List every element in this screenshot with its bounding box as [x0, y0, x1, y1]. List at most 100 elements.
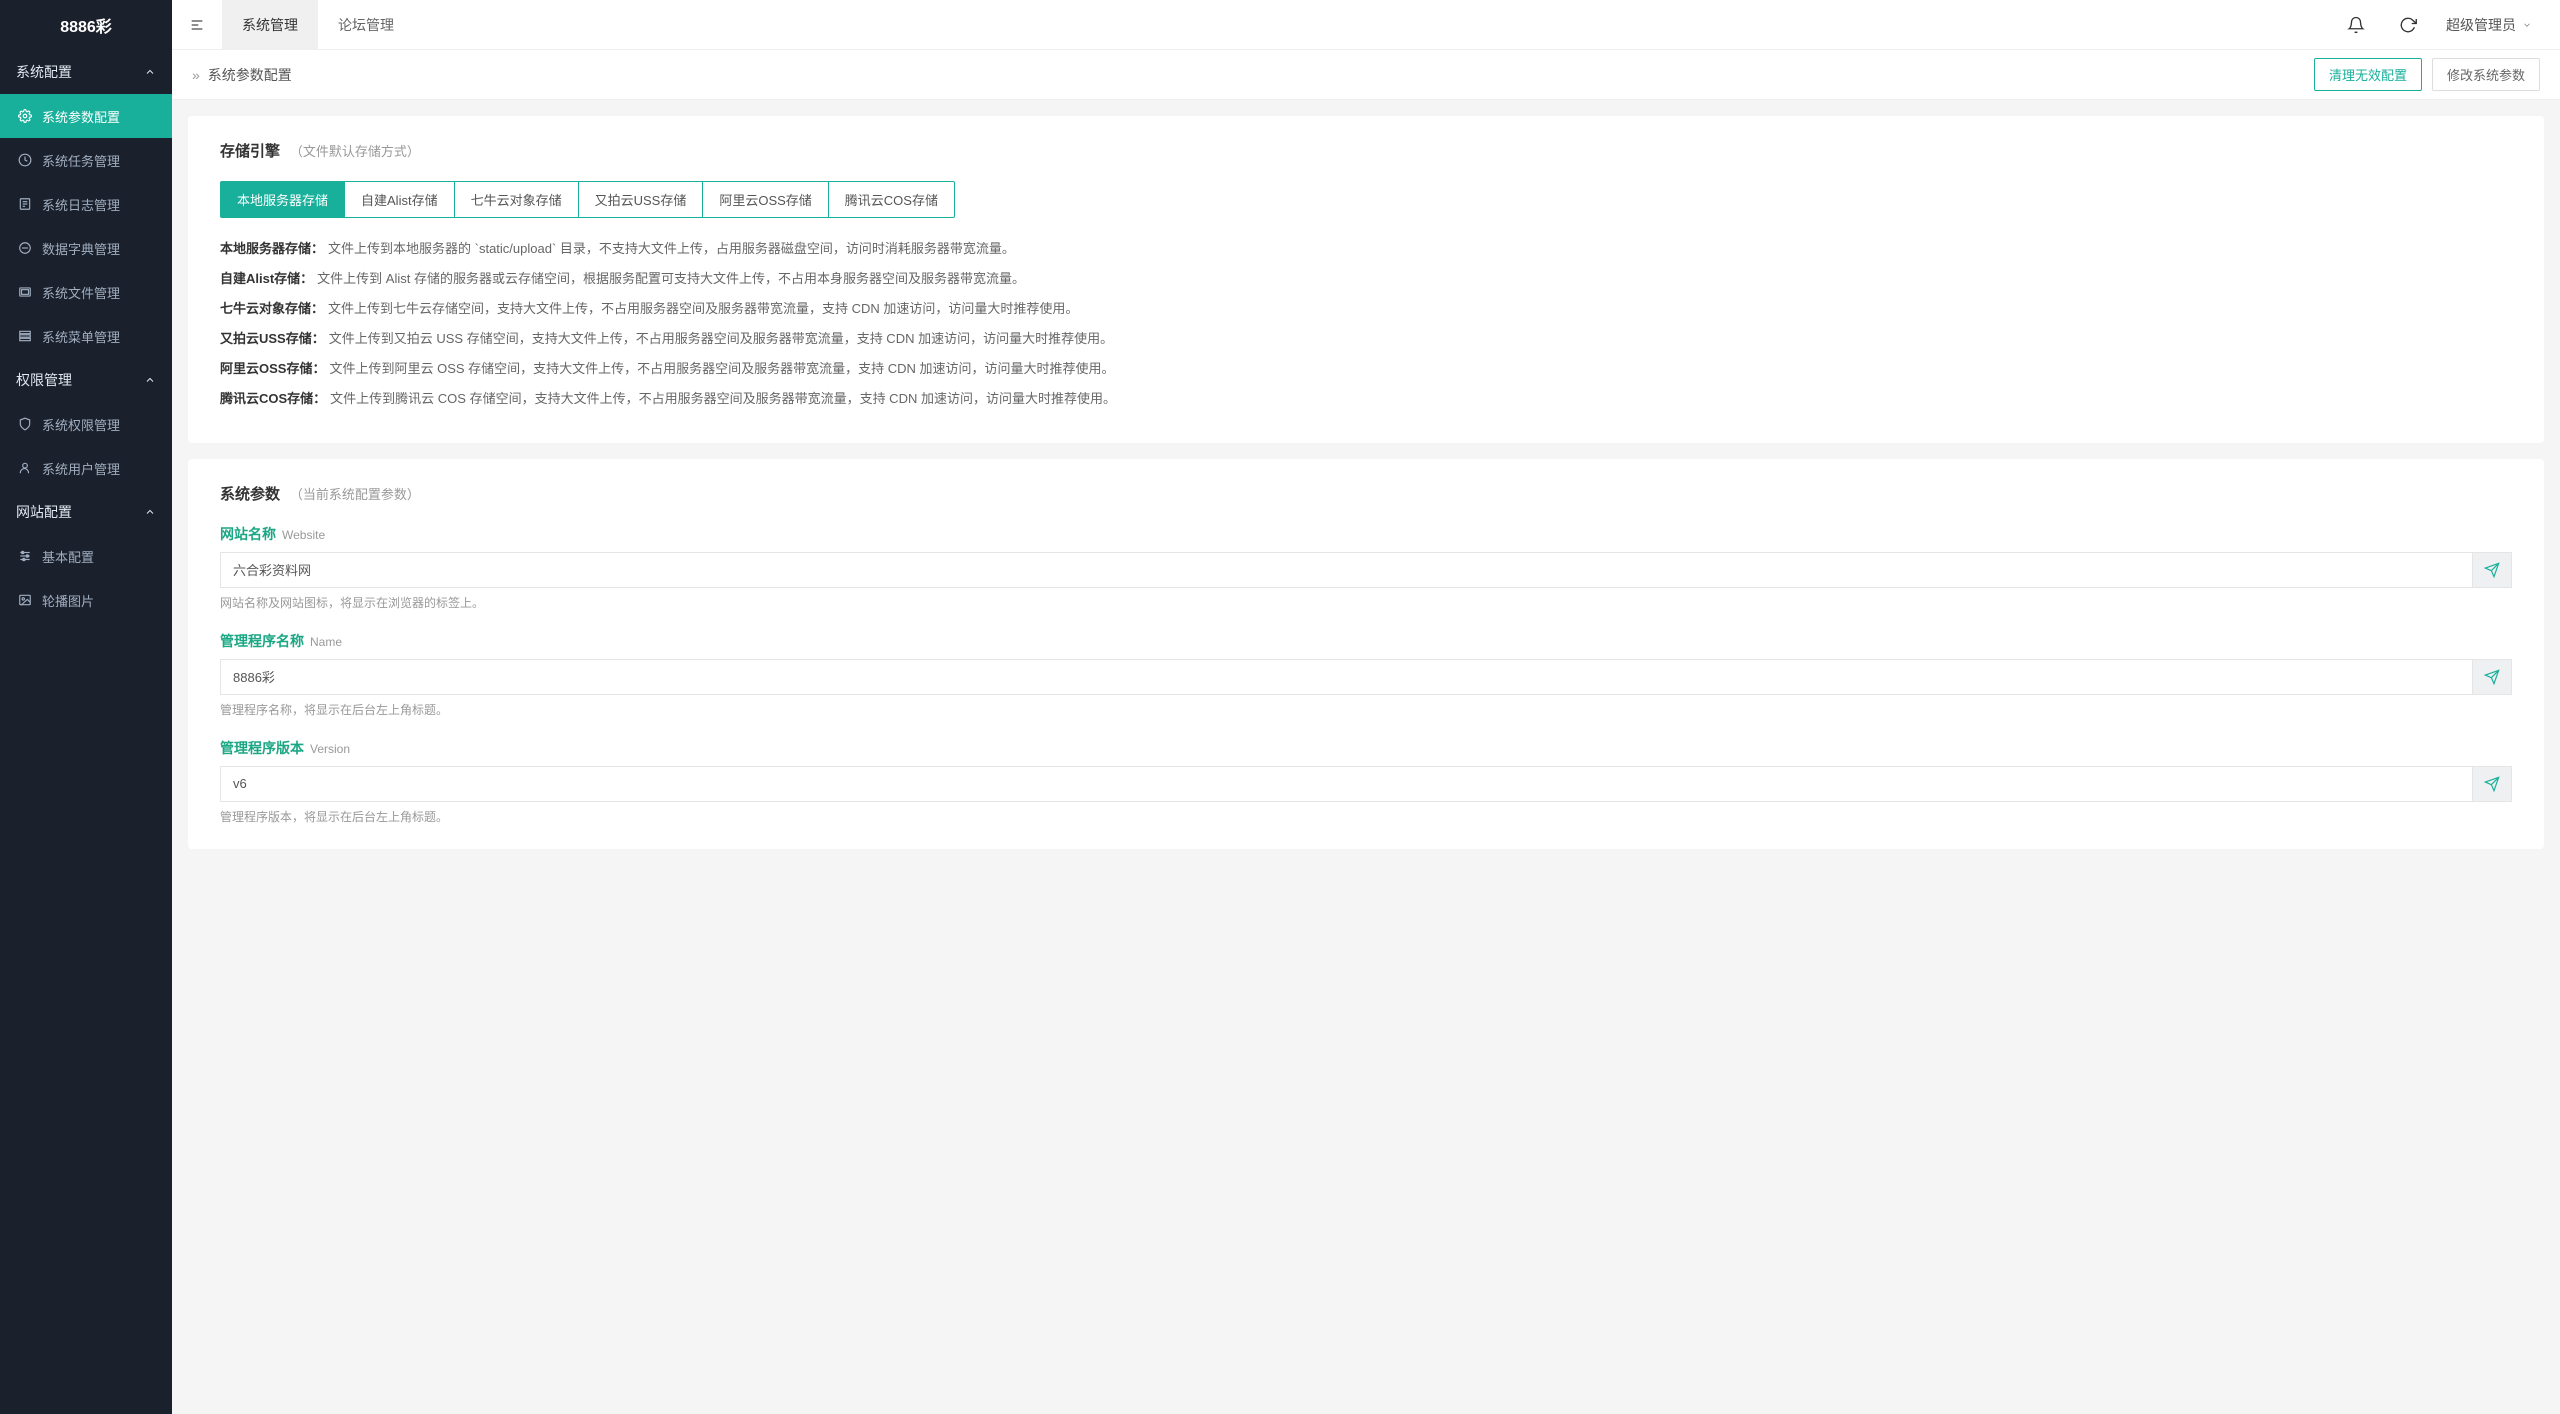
sidebar-item-label: 系统菜单管理 — [42, 327, 120, 346]
input-submit-button[interactable] — [2472, 766, 2512, 802]
breadcrumb: » 系统参数配置 — [192, 65, 292, 85]
clean-config-button[interactable]: 清理无效配置 — [2314, 58, 2422, 91]
circle-icon — [18, 241, 32, 255]
sidebar-item[interactable]: 系统权限管理 — [0, 402, 172, 446]
form-group: 管理程序名称Name管理程序名称，将显示在后台左上角标题。 — [220, 631, 2512, 718]
storage-engine-tab[interactable]: 自建Alist存储 — [345, 182, 455, 217]
sidebar-item-label: 基本配置 — [42, 547, 94, 566]
sliders-icon — [18, 549, 32, 563]
storage-title: 存储引擎 — [220, 143, 280, 160]
storage-desc-row: 自建Alist存储：文件上传到 Alist 存储的服务器或云存储空间，根据服务配… — [220, 268, 2512, 290]
desc-text: 文件上传到七牛云存储空间，支持大文件上传，不占用服务器空间及服务器带宽流量，支持… — [328, 298, 1078, 320]
sidebar-item[interactable]: 系统用户管理 — [0, 446, 172, 490]
doc-icon — [18, 197, 32, 211]
storage-engine-card: 存储引擎 （文件默认存储方式） 本地服务器存储自建Alist存储七牛云对象存储又… — [188, 116, 2544, 443]
sidebar-item-label: 系统任务管理 — [42, 151, 120, 170]
sidebar-item[interactable]: 系统任务管理 — [0, 138, 172, 182]
text-input[interactable] — [220, 766, 2472, 802]
sidebar: 8886彩 系统配置系统参数配置系统任务管理系统日志管理数据字典管理系统文件管理… — [0, 0, 172, 1414]
sidebar-item[interactable]: 系统菜单管理 — [0, 314, 172, 358]
storage-desc-row: 又拍云USS存储：文件上传到又拍云 USS 存储空间，支持大文件上传，不占用服务… — [220, 328, 2512, 350]
shield-icon — [18, 417, 32, 431]
field-label: 网站名称 — [220, 526, 276, 542]
brand-logo: 8886彩 — [0, 0, 172, 50]
text-input[interactable] — [220, 552, 2472, 588]
user-menu[interactable]: 超级管理员 — [2438, 15, 2540, 35]
send-icon — [2484, 562, 2500, 578]
sidebar-item[interactable]: 系统日志管理 — [0, 182, 172, 226]
desc-label: 又拍云USS存储： — [220, 328, 325, 350]
folder-icon — [18, 285, 32, 299]
input-submit-button[interactable] — [2472, 552, 2512, 588]
field-help: 管理程序名称，将显示在后台左上角标题。 — [220, 701, 2512, 718]
user-icon — [18, 461, 32, 475]
params-subtitle: （当前系统配置参数） — [290, 487, 420, 502]
sidebar-item-label: 系统参数配置 — [42, 107, 120, 126]
desc-text: 文件上传到本地服务器的 `static/upload` 目录，不支持大文件上传，… — [328, 238, 1015, 260]
desc-text: 文件上传到阿里云 OSS 存储空间，支持大文件上传，不占用服务器空间及服务器带宽… — [329, 358, 1114, 380]
sidebar-item[interactable]: 轮播图片 — [0, 578, 172, 622]
storage-engine-tab[interactable]: 本地服务器存储 — [221, 182, 345, 217]
nav-group-title: 系统配置 — [16, 62, 72, 82]
storage-engine-tab[interactable]: 又拍云USS存储 — [579, 182, 704, 217]
field-label: 管理程序版本 — [220, 740, 304, 756]
header-tab[interactable]: 系统管理 — [222, 0, 318, 49]
sidebar-item-label: 数据字典管理 — [42, 239, 120, 258]
storage-engine-tab[interactable]: 阿里云OSS存储 — [703, 182, 828, 217]
refresh-button[interactable] — [2386, 0, 2430, 50]
field-label: 管理程序名称 — [220, 633, 304, 649]
input-submit-button[interactable] — [2472, 659, 2512, 695]
desc-text: 文件上传到 Alist 存储的服务器或云存储空间，根据服务配置可支持大文件上传，… — [317, 268, 1025, 290]
storage-engine-tab[interactable]: 七牛云对象存储 — [455, 182, 579, 217]
nav-group-title: 网站配置 — [16, 502, 72, 522]
nav-group-header[interactable]: 权限管理 — [0, 358, 172, 402]
storage-desc-row: 本地服务器存储：文件上传到本地服务器的 `static/upload` 目录，不… — [220, 238, 2512, 260]
storage-desc-row: 七牛云对象存储：文件上传到七牛云存储空间，支持大文件上传，不占用服务器空间及服务… — [220, 298, 2512, 320]
form-group: 网站名称 Website 网站名称及网站图标，将显示在浏览器的标签上。 — [220, 524, 2512, 611]
sidebar-item[interactable]: 系统文件管理 — [0, 270, 172, 314]
sidebar-item-label: 系统权限管理 — [42, 415, 120, 434]
storage-desc-row: 阿里云OSS存储：文件上传到阿里云 OSS 存储空间，支持大文件上传，不占用服务… — [220, 358, 2512, 380]
field-label-en: Version — [310, 742, 350, 756]
system-params-card: 系统参数 （当前系统配置参数） 网站名称Website网站名称及网站图标，将显示… — [188, 459, 2544, 849]
desc-label: 自建Alist存储： — [220, 268, 313, 290]
nav-group-title: 权限管理 — [16, 370, 72, 390]
header: 系统管理论坛管理 超级管理员 — [172, 0, 2560, 50]
sidebar-item-label: 系统日志管理 — [42, 195, 120, 214]
header-tab[interactable]: 论坛管理 — [318, 0, 414, 49]
chevron-up-icon — [144, 506, 156, 518]
notifications-button[interactable] — [2334, 0, 2378, 50]
text-input[interactable] — [220, 659, 2472, 695]
sidebar-item-label: 轮播图片 — [42, 591, 94, 610]
desc-label: 本地服务器存储： — [220, 238, 324, 260]
desc-text: 文件上传到腾讯云 COS 存储空间，支持大文件上传，不占用服务器空间及服务器带宽… — [330, 388, 1116, 410]
nav-group-header[interactable]: 网站配置 — [0, 490, 172, 534]
refresh-icon — [2399, 16, 2417, 34]
send-icon — [2484, 669, 2500, 685]
desc-text: 文件上传到又拍云 USS 存储空间，支持大文件上传，不占用服务器空间及服务器带宽… — [329, 328, 1113, 350]
menu-icon — [18, 329, 32, 343]
user-label: 超级管理员 — [2446, 15, 2516, 35]
field-help: 网站名称及网站图标，将显示在浏览器的标签上。 — [220, 594, 2512, 611]
desc-label: 阿里云OSS存储： — [220, 358, 325, 380]
image-icon — [18, 593, 32, 607]
breadcrumb-bar: » 系统参数配置 清理无效配置 修改系统参数 — [172, 50, 2560, 100]
breadcrumb-current: 系统参数配置 — [208, 65, 292, 85]
sidebar-item[interactable]: 基本配置 — [0, 534, 172, 578]
edit-params-button[interactable]: 修改系统参数 — [2432, 58, 2540, 91]
storage-engine-tab[interactable]: 腾讯云COS存储 — [829, 182, 954, 217]
bell-icon — [2347, 16, 2365, 34]
storage-subtitle: （文件默认存储方式） — [290, 144, 420, 159]
chevron-down-icon — [2522, 20, 2532, 30]
menu-collapse-icon — [189, 17, 205, 33]
field-label-en: Website — [282, 528, 325, 542]
nav-group-header[interactable]: 系统配置 — [0, 50, 172, 94]
sidebar-item[interactable]: 系统参数配置 — [0, 94, 172, 138]
sidebar-item-label: 系统文件管理 — [42, 283, 120, 302]
sidebar-item[interactable]: 数据字典管理 — [0, 226, 172, 270]
field-help: 管理程序版本，将显示在后台左上角标题。 — [220, 808, 2512, 825]
chevron-up-icon — [144, 374, 156, 386]
sidebar-toggle[interactable] — [172, 0, 222, 50]
gear-icon — [18, 109, 32, 123]
clock-icon — [18, 153, 32, 167]
